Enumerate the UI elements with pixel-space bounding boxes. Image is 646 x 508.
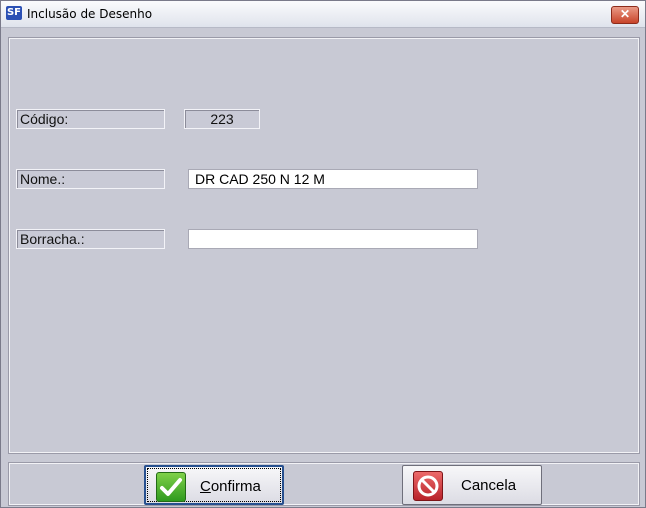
confirm-label: Confirma bbox=[200, 478, 261, 495]
button-bar: Confirma Cancela bbox=[8, 462, 640, 506]
window-title: Inclusão de Desenho bbox=[27, 7, 153, 21]
codigo-label: Código: bbox=[16, 109, 165, 129]
close-button[interactable]: ✕ bbox=[611, 6, 639, 24]
borracha-input[interactable] bbox=[188, 229, 478, 249]
dialog-client-area: Código: 223 Nome.: Borracha.: Confirma bbox=[1, 28, 645, 507]
nome-input[interactable] bbox=[188, 169, 478, 189]
checkmark-icon bbox=[156, 472, 186, 502]
dialog-window: SF Inclusão de Desenho ✕ Código: 223 Nom… bbox=[0, 0, 646, 508]
form-panel: Código: 223 Nome.: Borracha.: bbox=[8, 37, 640, 454]
nome-label: Nome.: bbox=[16, 169, 165, 189]
no-entry-icon bbox=[413, 471, 443, 501]
cancel-button[interactable]: Cancela bbox=[402, 465, 542, 505]
confirm-button[interactable]: Confirma bbox=[144, 465, 284, 505]
cancel-label: Cancela bbox=[461, 477, 517, 494]
app-icon: SF bbox=[6, 6, 22, 20]
borracha-label: Borracha.: bbox=[16, 229, 165, 249]
codigo-value: 223 bbox=[184, 109, 260, 129]
title-bar[interactable]: SF Inclusão de Desenho ✕ bbox=[1, 1, 645, 28]
